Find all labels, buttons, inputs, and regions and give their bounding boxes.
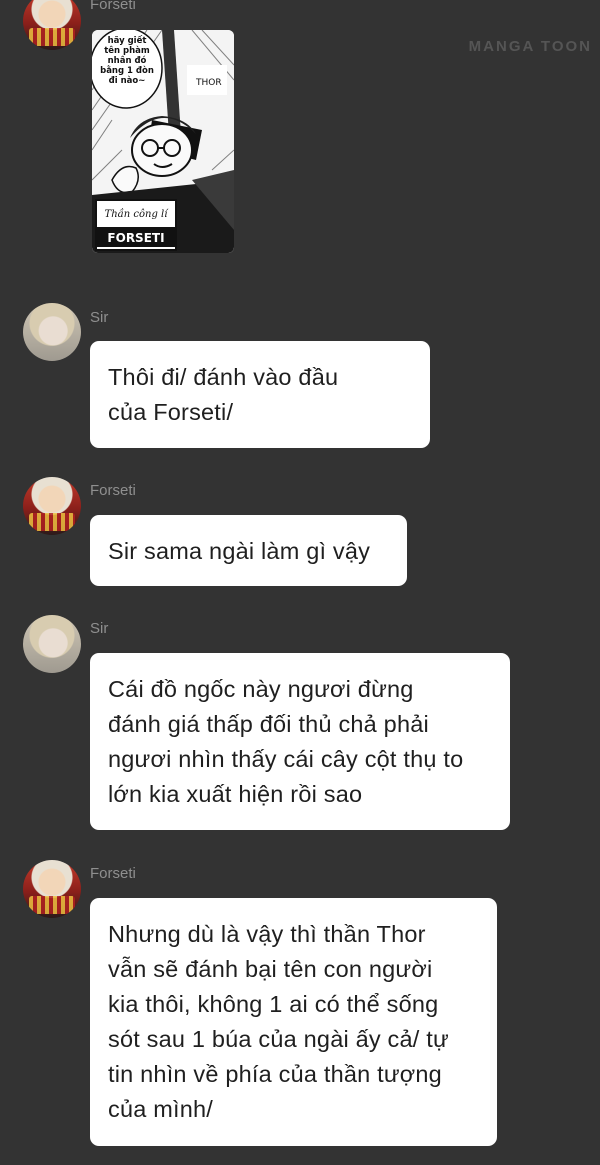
message-line: đánh giá thấp đối thủ chả phải [108,711,429,737]
message-bubble[interactable]: Sir sama ngài làm gì vậy [90,515,407,586]
message-bubble[interactable]: Thôi đi/ đánh vào đầu của Forseti/ [90,341,430,448]
sender-name: Forseti [90,0,136,13]
avatar-forseti[interactable] [23,860,81,918]
message-line: ngươi nhìn thấy cái cây cột thụ to [108,746,464,772]
caption-small: Thần công lí [105,208,170,220]
manga-speech-text: hãy giết tên phàm nhân đó bằng 1 đòn đi … [100,36,154,86]
watermark: MANGA TOON [468,38,592,55]
message-line: lớn kia xuất hiện rồi sao [108,781,363,807]
sender-name: Sir [90,620,109,637]
message-bubble[interactable]: Nhưng dù là vậy thì thần Thor vẫn sẽ đán… [90,898,497,1146]
message-line: tin nhìn về phía của thần tượng [108,1061,442,1087]
message-line: Sir sama ngài làm gì vậy [108,538,371,564]
message-line: của mình/ [108,1096,213,1122]
message-line: vẫn sẽ đánh bại tên con người [108,956,433,982]
message-line: Cái đồ ngốc này ngươi đừng [108,676,414,702]
sender-name: Forseti [90,865,136,882]
message-line: kia thôi, không 1 ai có thể sống [108,991,439,1017]
message-line: sót sau 1 búa của ngài ấy cả/ tự [108,1026,449,1052]
message-bubble[interactable]: Cái đồ ngốc này ngươi đừng đánh giá thấp… [90,653,510,830]
avatar-forseti[interactable] [23,0,81,50]
sender-name: Forseti [90,482,136,499]
caption-big: FORSETI [107,231,164,245]
manga-sfx: THOR [195,78,222,88]
manga-image[interactable]: Thần công lí FORSETI THOR hãy giết tên p… [92,30,234,253]
sender-name: Sir [90,309,109,326]
message-line: Nhưng dù là vậy thì thần Thor [108,921,426,947]
avatar-forseti[interactable] [23,477,81,535]
avatar-sir[interactable] [23,303,81,361]
message-line: Thôi đi/ đánh vào đầu [108,364,339,390]
avatar-sir[interactable] [23,615,81,673]
message-line: của Forseti/ [108,399,234,425]
